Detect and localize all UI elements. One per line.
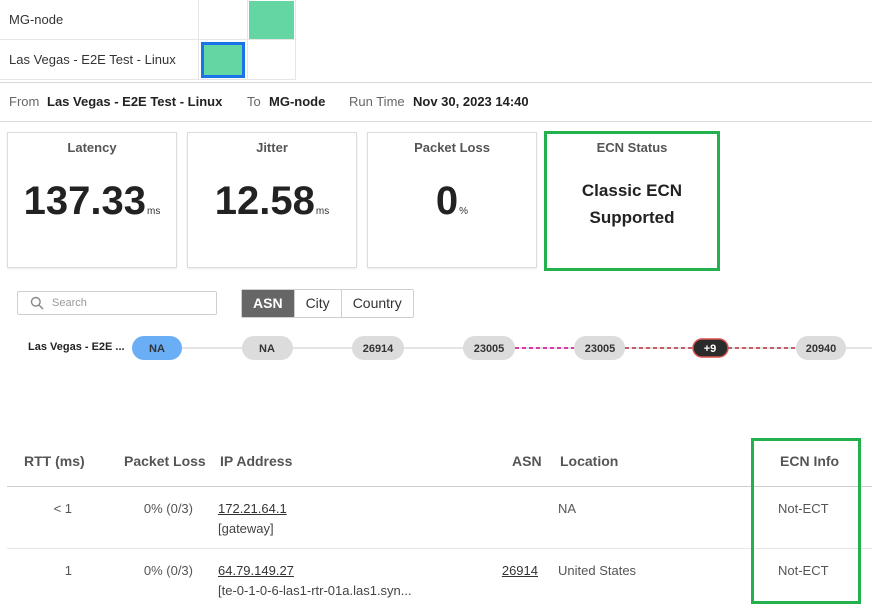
svg-text:20940: 20940 <box>806 343 837 355</box>
jitter-card: Jitter 12.58ms <box>187 132 357 268</box>
table-row: 1 0% (0/3) 64.79.149.27 [te-0-1-0-6-las1… <box>7 549 872 610</box>
path-hop-source[interactable]: NA <box>132 336 182 360</box>
packet-loss-card: Packet Loss 0% <box>367 132 537 268</box>
svg-text:+9: +9 <box>704 343 717 355</box>
card-title: Packet Loss <box>414 140 490 155</box>
cell-ip-link[interactable]: 172.21.64.1 <box>218 501 287 516</box>
toggle-country[interactable]: Country <box>341 290 413 317</box>
jitter-value: 12.58 <box>214 179 315 223</box>
matrix-row-label: MG-node <box>9 12 64 27</box>
path-diagram: NA NA 26914 23005 23005 +9 20940 <box>132 336 872 360</box>
jitter-unit: ms <box>315 206 330 217</box>
cell-asn-link[interactable]: 26914 <box>502 563 538 578</box>
svg-text:23005: 23005 <box>585 343 616 355</box>
latency-value: 137.33 <box>23 179 146 223</box>
ecn-info-highlight <box>751 438 861 604</box>
matrix-cell[interactable] <box>247 0 296 40</box>
view-toggle: ASN City Country <box>241 289 414 318</box>
svg-text:26914: 26914 <box>363 343 394 355</box>
from-value: Las Vegas - E2E Test - Linux <box>47 94 223 109</box>
cell-rtt: < 1 <box>53 501 72 516</box>
cell-ip-link[interactable]: 64.79.149.27 <box>218 563 294 578</box>
col-rtt[interactable]: RTT (ms) <box>24 453 85 469</box>
search-input[interactable] <box>52 294 212 312</box>
toggle-city[interactable]: City <box>294 290 342 317</box>
path-hop-collapsed[interactable]: +9 <box>692 338 729 358</box>
cell-location: United States <box>558 563 637 578</box>
table-header: RTT (ms) Packet Loss IP Address ASN Loca… <box>7 436 872 487</box>
to-value: MG-node <box>269 94 326 109</box>
col-location[interactable]: Location <box>560 453 618 469</box>
toggle-asn[interactable]: ASN <box>242 290 295 317</box>
search-icon <box>30 296 44 310</box>
ecn-status-card: ECN Status Classic ECN Supported <box>544 131 720 271</box>
matrix-cell-empty <box>247 40 296 80</box>
matrix-cell-selected[interactable] <box>198 40 247 80</box>
svg-text:NA: NA <box>259 343 275 355</box>
path-hop[interactable]: 23005 <box>574 336 625 360</box>
card-title: ECN Status <box>596 140 668 155</box>
card-title: Latency <box>67 140 117 155</box>
ecn-status-line1: Classic ECN <box>581 181 683 200</box>
col-ip-address[interactable]: IP Address <box>220 453 292 469</box>
path-hop[interactable]: 20940 <box>796 336 846 360</box>
matrix-cell-empty <box>198 0 247 40</box>
table-row: < 1 0% (0/3) 172.21.64.1 [gateway] NA No… <box>7 487 872 549</box>
cell-rtt: 1 <box>64 563 72 578</box>
run-time-label: Run Time <box>349 94 405 109</box>
path-hop[interactable]: NA <box>242 336 293 360</box>
matrix-row: MG-node <box>0 0 296 40</box>
path-hop[interactable]: 23005 <box>463 336 515 360</box>
card-title: Jitter <box>256 140 288 155</box>
latency-unit: ms <box>147 206 161 217</box>
matrix-row: Las Vegas - E2E Test - Linux <box>0 40 296 80</box>
cell-hostname: [gateway] <box>218 521 274 536</box>
packet-loss-value: 0 <box>435 179 459 223</box>
col-packet-loss[interactable]: Packet Loss <box>124 453 206 469</box>
matrix-row-label: Las Vegas - E2E Test - Linux <box>9 52 176 67</box>
svg-text:23005: 23005 <box>474 343 505 355</box>
latency-card: Latency 137.33ms <box>7 132 177 268</box>
path-hop[interactable]: 26914 <box>352 336 404 360</box>
results-matrix: MG-node Las Vegas - E2E Test - Linux <box>0 0 296 80</box>
ecn-status-line2: Supported <box>589 208 675 227</box>
col-asn[interactable]: ASN <box>512 453 542 469</box>
packet-loss-unit: % <box>459 206 469 217</box>
cell-packet-loss: 0% (0/3) <box>143 501 193 516</box>
cell-hostname: [te-0-1-0-6-las1-rtr-01a.las1.syn... <box>218 583 412 598</box>
run-info-bar: From Las Vegas - E2E Test - Linux To MG-… <box>0 82 872 122</box>
cell-packet-loss: 0% (0/3) <box>143 563 193 578</box>
run-time-value: Nov 30, 2023 14:40 <box>413 94 529 109</box>
search-box <box>17 291 217 315</box>
to-label: To <box>247 94 261 109</box>
svg-text:NA: NA <box>149 343 165 355</box>
from-label: From <box>9 94 40 109</box>
cell-location: NA <box>558 501 577 516</box>
